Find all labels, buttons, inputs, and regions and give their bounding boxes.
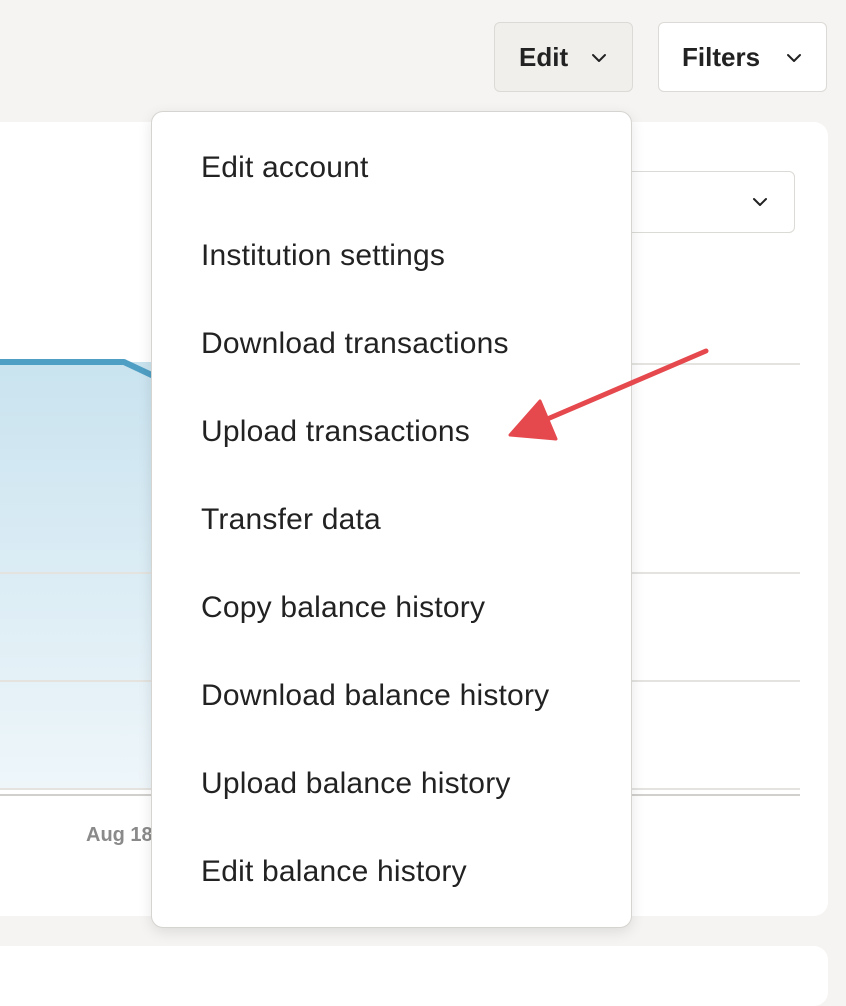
chevron-down-icon [787, 54, 801, 62]
menu-item-transfer-data[interactable]: Transfer data [152, 476, 631, 564]
menu-item-label: Edit balance history [201, 855, 467, 888]
menu-item-label: Upload transactions [201, 415, 470, 448]
filters-button[interactable]: Filters [658, 22, 827, 92]
menu-item-label: Copy balance history [201, 591, 486, 624]
chevron-down-icon [753, 198, 767, 206]
edit-button[interactable]: Edit [494, 22, 633, 92]
menu-item-label: Edit account [201, 151, 369, 184]
menu-item-edit-account[interactable]: Edit account [152, 124, 631, 212]
edit-button-label: Edit [519, 41, 569, 72]
menu-item-download-balance-history[interactable]: Download balance history [152, 652, 631, 740]
menu-item-upload-transactions[interactable]: Upload transactions [152, 388, 631, 476]
menu-item-label: Download transactions [201, 327, 509, 360]
menu-item-copy-balance-history[interactable]: Copy balance history [152, 564, 631, 652]
menu-item-label: Transfer data [201, 503, 381, 536]
menu-item-label: Download balance history [201, 679, 550, 712]
edit-dropdown-menu: Edit account Institution settings Downlo… [151, 111, 632, 928]
filters-button-label: Filters [682, 41, 761, 72]
chevron-down-icon [592, 54, 606, 62]
menu-item-edit-balance-history[interactable]: Edit balance history [152, 828, 631, 916]
menu-item-label: Upload balance history [201, 767, 511, 800]
chart-area [0, 362, 160, 788]
menu-item-institution-settings[interactable]: Institution settings [152, 212, 631, 300]
menu-item-upload-balance-history[interactable]: Upload balance history [152, 740, 631, 828]
menu-item-download-transactions[interactable]: Download transactions [152, 300, 631, 388]
menu-item-label: Institution settings [201, 239, 446, 272]
x-axis-tick-label: Aug 18 [86, 824, 153, 846]
